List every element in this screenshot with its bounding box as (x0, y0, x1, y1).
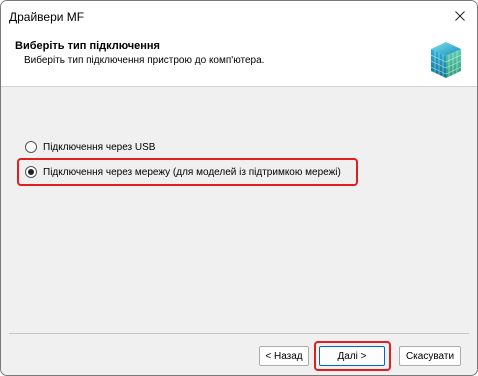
close-icon (455, 11, 465, 21)
network-radio[interactable] (25, 166, 37, 178)
next-button[interactable]: Далі > (319, 346, 385, 366)
usb-option-label: Підключення через USB (43, 141, 156, 153)
window-title: Драйвери MF (9, 10, 85, 24)
title-bar[interactable]: Драйвери MF (1, 1, 477, 31)
header-subtitle: Виберіть тип підключення пристрою до ком… (24, 55, 265, 66)
back-button[interactable]: < Назад (259, 346, 309, 366)
network-option-label: Підключення через мережу (для моделей із… (43, 166, 341, 178)
wizard-footer: < Назад Далі > Скасувати (1, 334, 477, 375)
printer-cube-icon (430, 42, 462, 78)
close-button[interactable] (443, 1, 477, 31)
wizard-header: Виберіть тип підключення Виберіть тип пі… (1, 31, 477, 87)
cancel-button[interactable]: Скасувати (399, 346, 461, 366)
network-connection-option[interactable]: Підключення через мережу (для моделей із… (25, 166, 341, 178)
header-title: Виберіть тип підключення (15, 40, 160, 52)
usb-connection-option[interactable]: Підключення через USB (25, 141, 155, 153)
usb-radio[interactable] (25, 141, 37, 153)
wizard-body: Підключення через USB Підключення через … (1, 88, 477, 328)
installer-dialog: Драйвери MF Виберіть тип підключення Виб… (0, 0, 478, 376)
